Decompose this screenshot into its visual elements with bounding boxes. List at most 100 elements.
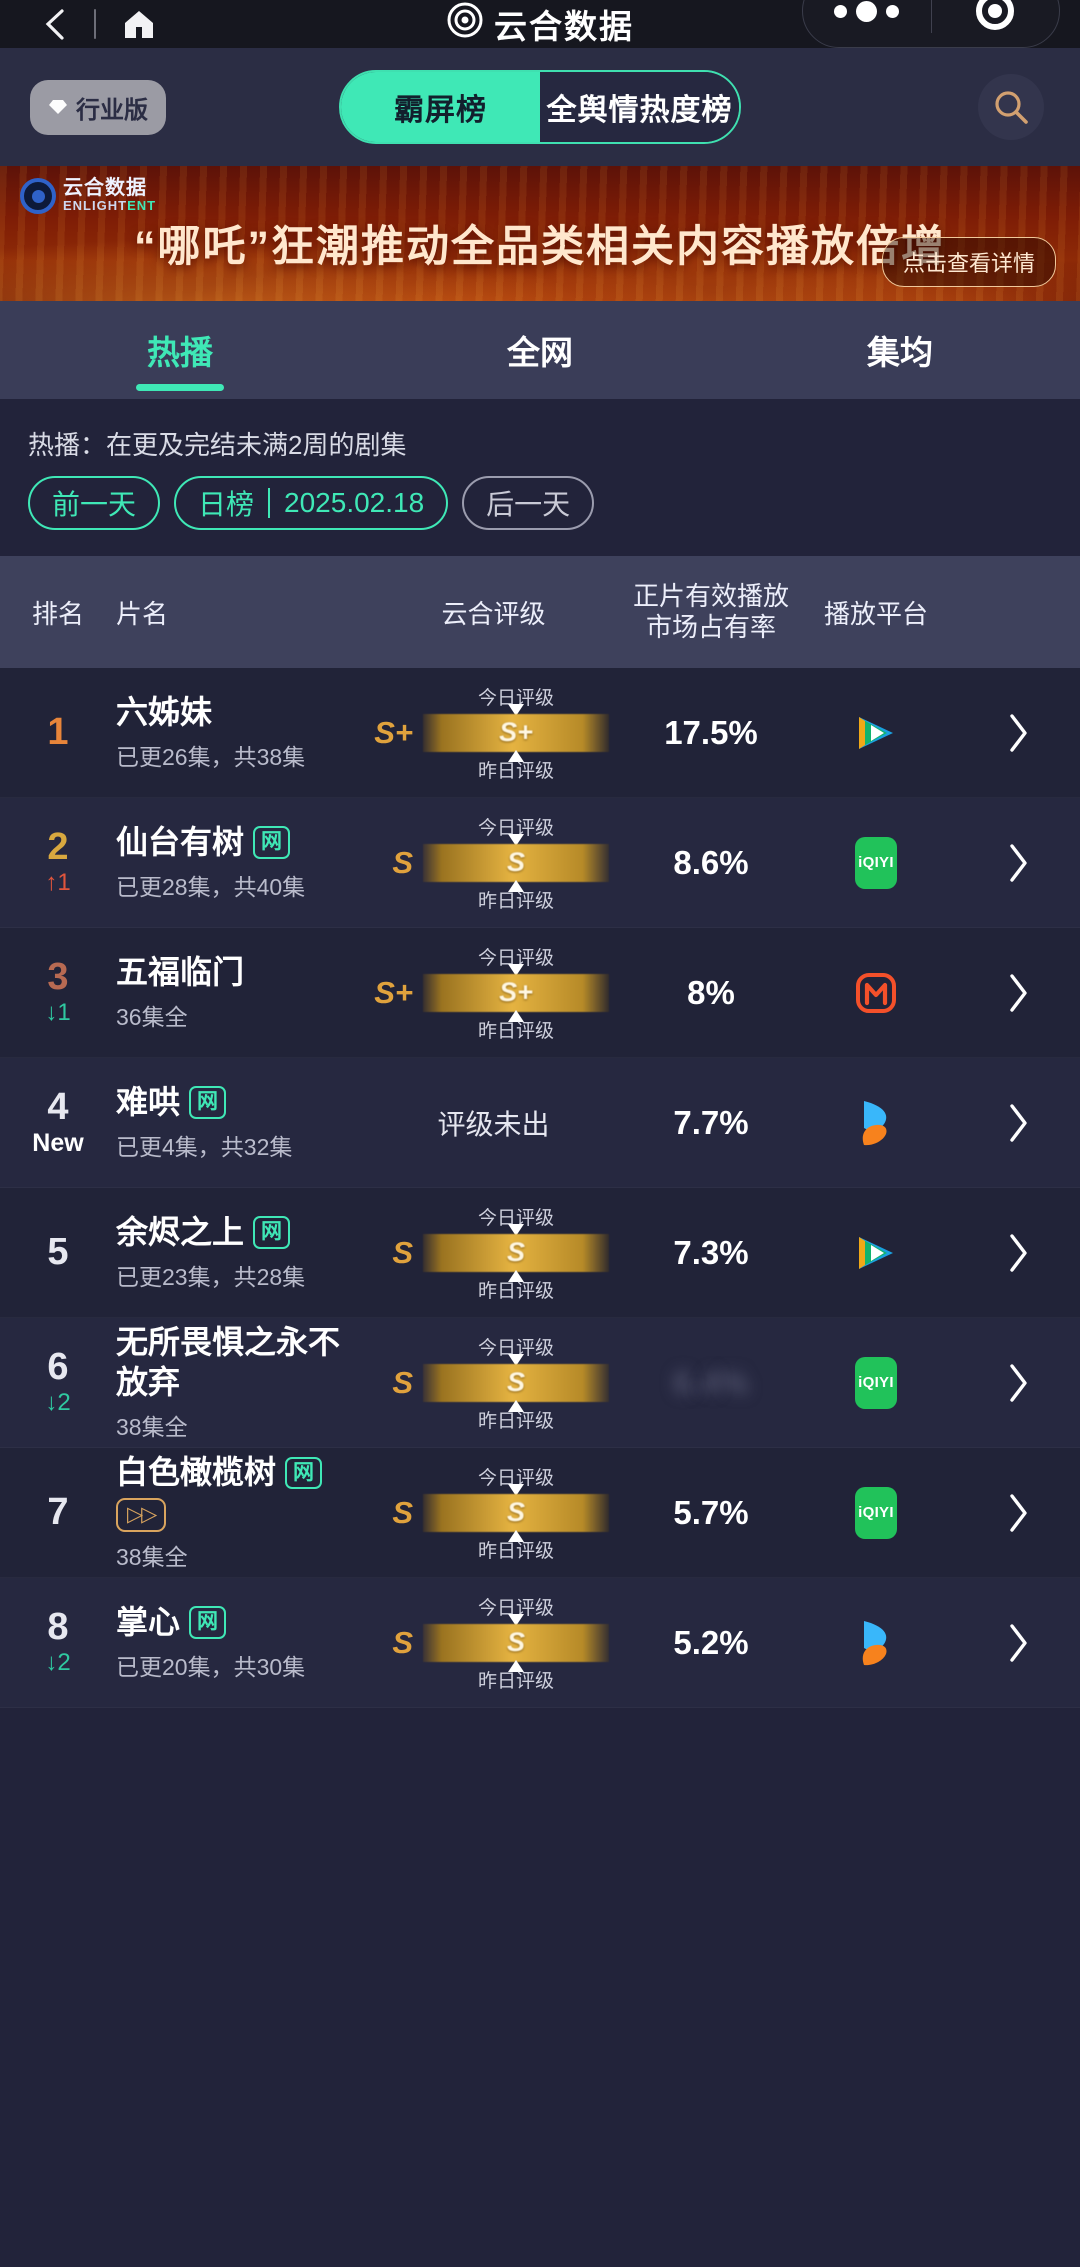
banner-logo-cn: 云合数据 bbox=[63, 177, 147, 199]
row-detail-button[interactable] bbox=[956, 841, 1080, 885]
grade-cell: S 今日评级 S 昨日评级 bbox=[361, 1205, 626, 1302]
title-cell[interactable]: 难哄网已更4集，共32集 bbox=[116, 1083, 361, 1162]
grade-chart: 今日评级 S 昨日评级 bbox=[423, 1595, 609, 1692]
home-icon[interactable] bbox=[122, 7, 156, 41]
grade-band: S bbox=[423, 843, 609, 882]
rank-period-date[interactable]: 日榜 2025.02.18 bbox=[174, 476, 449, 530]
header-share-line2: 市场占有率 bbox=[645, 612, 776, 642]
more-dots-icon[interactable] bbox=[803, 0, 931, 22]
row-detail-button[interactable] bbox=[956, 1621, 1080, 1665]
target-icon[interactable] bbox=[932, 0, 1060, 30]
grade-label-yesterday: 昨日评级 bbox=[477, 890, 554, 912]
title-cell[interactable]: 白色橄榄树网 ▷▷ 38集全 bbox=[116, 1453, 361, 1571]
pro-badge-label: 行业版 bbox=[76, 96, 148, 124]
grade-letter: S bbox=[392, 1624, 413, 1660]
row-detail-button[interactable] bbox=[956, 711, 1080, 755]
grade-band-value: S bbox=[506, 847, 525, 877]
banner-cta-button[interactable]: 点击查看详情 bbox=[881, 237, 1056, 287]
platform-cell[interactable]: iQIYI bbox=[796, 1356, 956, 1409]
tab-per-episode-average[interactable]: 集均 bbox=[720, 301, 1080, 399]
ranking-segmented-control[interactable]: 霸屏榜 全舆情热度榜 bbox=[339, 70, 741, 144]
diamond-icon bbox=[49, 100, 67, 114]
segment-screen-dominance[interactable]: 霸屏榜 bbox=[341, 72, 540, 142]
platform-cell[interactable] bbox=[796, 1618, 956, 1668]
row-detail-button[interactable] bbox=[956, 971, 1080, 1015]
prev-day-button[interactable]: 前一天 bbox=[28, 476, 161, 530]
table-row[interactable]: 2 ↑1 仙台有树网已更28集，共40集 S 今日评级 S 昨日评级 8.6% iQIYI bbox=[0, 798, 1080, 928]
row-detail-button[interactable] bbox=[956, 1361, 1080, 1405]
title-cell[interactable]: 五福临门 36集全 bbox=[116, 953, 361, 1032]
grade-chart: 今日评级 S 昨日评级 bbox=[423, 815, 609, 912]
market-share-value: 8% bbox=[687, 973, 735, 1011]
grade-band: S bbox=[423, 1493, 609, 1532]
platform-cell[interactable] bbox=[796, 1098, 956, 1148]
row-detail-button[interactable] bbox=[956, 1231, 1080, 1275]
segment-public-opinion-heat[interactable]: 全舆情热度榜 bbox=[540, 72, 739, 142]
episode-info: 已更23集，共28集 bbox=[116, 1264, 306, 1291]
title-cell[interactable]: 余烬之上网已更23集，共28集 bbox=[116, 1213, 361, 1292]
tencent-video-icon bbox=[862, 1100, 887, 1145]
header-share-line1: 正片有效播放 bbox=[632, 580, 789, 611]
rank-cell: 7 bbox=[0, 1490, 116, 1533]
search-button[interactable] bbox=[978, 74, 1044, 140]
enlightent-logo-icon bbox=[20, 178, 56, 214]
rank-number: 3 bbox=[47, 956, 69, 999]
row-detail-button[interactable] bbox=[956, 1491, 1080, 1535]
iqiyi-icon: iQIYI bbox=[855, 1356, 897, 1409]
row-detail-button[interactable] bbox=[956, 1101, 1080, 1145]
web-exclusive-tag: 网 bbox=[285, 1456, 323, 1490]
promo-banner[interactable]: 云合数据 ENLIGHTENT “哪吒”狂潮推动全品类相关内容播放倍增 点击查看… bbox=[0, 166, 1080, 301]
tab-all-network[interactable]: 全网 bbox=[360, 301, 720, 399]
grade-unavailable: 评级未出 bbox=[437, 1108, 550, 1140]
table-row[interactable]: 1 六姊妹 已更26集，共38集 S+ 今日评级 S+ 昨日评级 17.5% bbox=[0, 668, 1080, 798]
table-row[interactable]: 4 New 难哄网已更4集，共32集 评级未出 7.7% bbox=[0, 1058, 1080, 1188]
episode-info: 已更20集，共30集 bbox=[116, 1654, 306, 1681]
tencent-video-icon bbox=[862, 1620, 887, 1665]
app-root: 云合数据 行业版 霸屏榜 全舆情热度榜 云合数据 ENLIGHTENT “哪吒”… bbox=[0, 0, 1080, 2267]
platform-cell[interactable]: iQIYI bbox=[796, 836, 956, 889]
banner-logo: 云合数据 ENLIGHTENT bbox=[20, 178, 156, 214]
grade-band-value: S bbox=[506, 1497, 525, 1527]
rank-number: 7 bbox=[47, 1490, 69, 1533]
platform-cell[interactable] bbox=[796, 710, 956, 756]
web-exclusive-tag: 网 bbox=[253, 826, 291, 859]
grade-label-yesterday: 昨日评级 bbox=[477, 1020, 554, 1042]
chrome-nav bbox=[0, 7, 156, 41]
table-row[interactable]: 3 ↓1 五福临门 36集全 S+ 今日评级 S+ 昨日评级 8% bbox=[0, 928, 1080, 1058]
rank-delta-down: ↓1 bbox=[45, 999, 71, 1027]
tab-all-network-label: 全网 bbox=[507, 334, 573, 371]
rank-delta-down: ↓2 bbox=[45, 1649, 71, 1677]
platform-cell[interactable] bbox=[796, 970, 956, 1016]
platform-cell[interactable]: iQIYI bbox=[796, 1486, 956, 1539]
next-day-button[interactable]: 后一天 bbox=[462, 476, 595, 530]
table-row[interactable]: 8 ↓2 掌心网已更20集，共30集 S 今日评级 S 昨日评级 5.2% bbox=[0, 1578, 1080, 1708]
pill-divider bbox=[268, 488, 271, 518]
table-row[interactable]: 5 余烬之上网已更23集，共28集 S 今日评级 S 昨日评级 7.3% bbox=[0, 1188, 1080, 1318]
episode-info: 38集全 bbox=[116, 1413, 188, 1440]
title-cell[interactable]: 无所畏惧之永不放弃 38集全 bbox=[116, 1323, 361, 1441]
title-cell[interactable]: 六姊妹 已更26集，共38集 bbox=[116, 693, 361, 772]
top-bar: 行业版 霸屏榜 全舆情热度榜 bbox=[0, 48, 1080, 166]
episode-info: 已更4集，共32集 bbox=[116, 1134, 293, 1161]
banner-logo-en-b: ENT bbox=[127, 198, 157, 213]
chevron-right-icon bbox=[1010, 713, 1027, 752]
market-share-value: 7.3% bbox=[673, 1233, 749, 1271]
rank-number: 6 bbox=[47, 1346, 69, 1389]
platform-cell[interactable] bbox=[796, 1230, 956, 1276]
tab-hot-airing[interactable]: 热播 bbox=[0, 301, 360, 399]
title-cell[interactable]: 掌心网已更20集，共30集 bbox=[116, 1603, 361, 1682]
rank-delta-up: ↑1 bbox=[45, 869, 71, 897]
title-cell[interactable]: 仙台有树网已更28集，共40集 bbox=[116, 823, 361, 902]
grade-chart: 今日评级 S 昨日评级 bbox=[423, 1465, 609, 1562]
tab-per-episode-average-label: 集均 bbox=[867, 334, 933, 371]
grade-label-yesterday: 昨日评级 bbox=[477, 1540, 554, 1562]
table-row[interactable]: 7 白色橄榄树网 ▷▷ 38集全 S 今日评级 S 昨日评级 5.7% iQIYI bbox=[0, 1448, 1080, 1578]
back-icon[interactable] bbox=[42, 7, 68, 41]
market-share-value: 5.2% bbox=[673, 1623, 749, 1661]
browser-chrome: 云合数据 bbox=[0, 0, 1080, 48]
grade-band-value: S bbox=[506, 1367, 525, 1397]
pro-badge[interactable]: 行业版 bbox=[30, 79, 166, 135]
table-row[interactable]: 6 ↓2 无所畏惧之永不放弃 38集全 S 今日评级 S 昨日评级 6.4% iQIYI bbox=[0, 1318, 1080, 1448]
grade-label-yesterday: 昨日评级 bbox=[477, 1410, 554, 1432]
grade-band-value: S+ bbox=[499, 977, 533, 1007]
